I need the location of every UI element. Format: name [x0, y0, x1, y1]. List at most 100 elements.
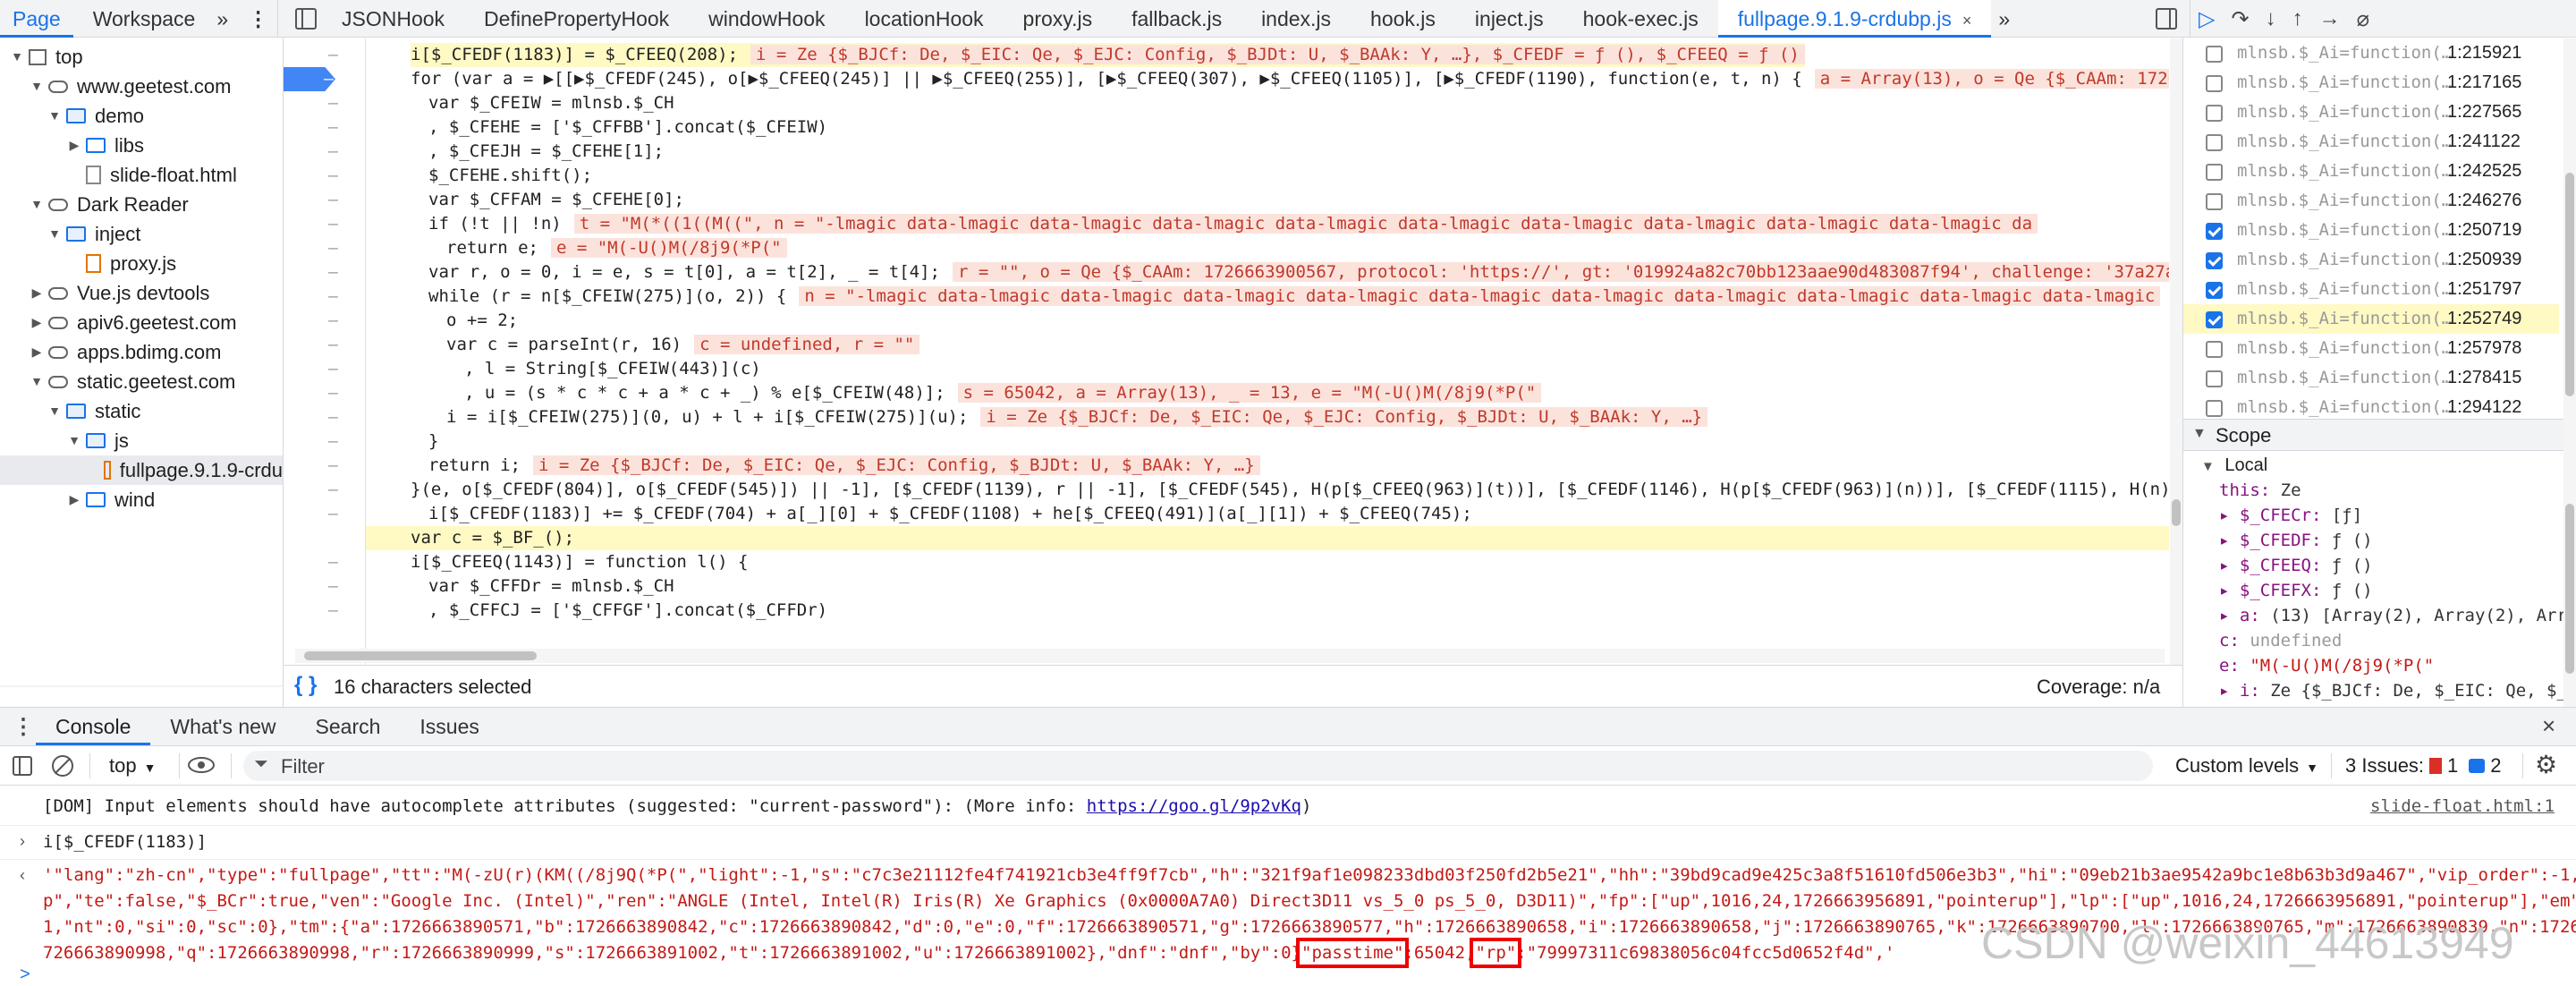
- call-frame[interactable]: mlnsb.$_Ai=function(… 1:246276: [2183, 186, 2559, 216]
- ignore-frame-checkbox[interactable]: [2206, 370, 2223, 387]
- clear-console-icon[interactable]: [52, 755, 73, 777]
- scope-variable[interactable]: ▸ $_CFEFX: ƒ (): [2219, 579, 2373, 602]
- file-tab-locationhook[interactable]: locationHook: [845, 0, 1004, 38]
- code-line[interactable]: – i[$_CFEEQ(1143)] = function l() {: [284, 550, 2169, 574]
- line-gutter[interactable]: –: [284, 599, 338, 623]
- tree-item-apps-bdimg[interactable]: ▶ apps.bdimg.com: [0, 337, 222, 367]
- ignore-frame-checkbox[interactable]: [2206, 134, 2223, 151]
- code-line[interactable]: – , $_CFFCJ = ['$_CFFGF'].concat($_CFFDr…: [284, 599, 2169, 623]
- scope-variable[interactable]: c: undefined: [2219, 629, 2342, 652]
- collapse-triangle-icon[interactable]: ▶: [25, 337, 48, 367]
- close-icon[interactable]: ×: [1962, 12, 1972, 30]
- call-frame[interactable]: mlnsb.$_Ai=function(… 1:257978: [2183, 334, 2559, 363]
- console-settings-gear-icon[interactable]: ⚙: [2535, 750, 2557, 779]
- ignore-frame-checkbox[interactable]: [2206, 311, 2223, 328]
- ignore-frame-checkbox[interactable]: [2206, 400, 2223, 417]
- file-tab-inject-js[interactable]: inject.js: [1455, 0, 1563, 38]
- line-gutter[interactable]: –: [284, 212, 338, 236]
- call-frame[interactable]: mlnsb.$_Ai=function(… 1:227565: [2183, 98, 2559, 127]
- tree-item-apiv6[interactable]: ▶ apiv6.geetest.com: [0, 308, 237, 337]
- ignore-frame-checkbox[interactable]: [2206, 46, 2223, 63]
- tree-item-www-geetest[interactable]: ▼ www.geetest.com: [0, 72, 231, 101]
- tree-item-js[interactable]: ▼ js: [0, 426, 129, 455]
- line-gutter[interactable]: –: [284, 550, 338, 574]
- code-line[interactable]: – }: [284, 429, 2169, 454]
- kebab-menu-icon[interactable]: ⋮: [237, 0, 279, 38]
- expand-triangle-icon[interactable]: ▼: [25, 367, 48, 396]
- scope-variable[interactable]: e: "M(-U()M(/8j9(*P(": [2219, 654, 2434, 677]
- message-source-link[interactable]: slide-float.html:1: [2370, 796, 2555, 816]
- ignore-frame-checkbox[interactable]: [2206, 223, 2223, 240]
- scope-variable[interactable]: ▸ i: Ze {$_BJCf: De, $_EIC: Qe, $_EJC: [2219, 679, 2563, 702]
- close-drawer-icon[interactable]: ×: [2542, 712, 2555, 740]
- scope-variable[interactable]: ▸ $_CFEDF: ƒ (): [2219, 529, 2373, 552]
- drawer-menu-icon[interactable]: ⋮: [13, 714, 34, 740]
- code-line[interactable]: – if (!t || !n) t = "M(*((1((M((", n = "-…: [284, 212, 2169, 236]
- scope-variable[interactable]: ▸ $_CFEEQ: ƒ (): [2219, 554, 2373, 577]
- collapse-triangle-icon[interactable]: ▶: [25, 308, 48, 337]
- code-editor[interactable]: – i[$_CFEDF(1183)] = $_CFEEQ(208); i = Ze …: [284, 38, 2169, 665]
- code-line[interactable]: – i[$_CFEDF(1183)] += $_CFEDF(704) + a[_…: [284, 502, 2169, 526]
- tree-item-proxy-js[interactable]: proxy.js: [0, 249, 176, 278]
- code-line[interactable]: – var c = parseInt(r, 16) c = undefined, …: [284, 333, 2169, 357]
- tree-item-wind[interactable]: ▶ wind: [0, 485, 156, 514]
- console-prompt[interactable]: >: [20, 965, 30, 985]
- expand-triangle-icon[interactable]: ▼: [25, 72, 48, 101]
- code-line[interactable]: – , $_CFEHE = ['$_CFFBB'].concat($_CFEIW…: [284, 115, 2169, 140]
- file-tab-proxy-js[interactable]: proxy.js: [1004, 0, 1113, 38]
- file-tab-jsonhook[interactable]: JSONHook: [322, 0, 464, 38]
- expand-triangle-icon[interactable]: ▼: [43, 219, 66, 249]
- ignore-frame-checkbox[interactable]: [2206, 341, 2223, 358]
- line-gutter[interactable]: –: [284, 502, 338, 526]
- line-gutter[interactable]: –: [284, 333, 338, 357]
- tab-whats-new[interactable]: What's new: [150, 708, 295, 745]
- code-line[interactable]: – o += 2;: [284, 309, 2169, 333]
- tree-item-vue-devtools[interactable]: ▶ Vue.js devtools: [0, 278, 210, 308]
- editor-vertical-scrollbar[interactable]: [2170, 38, 2182, 665]
- toggle-debugger-icon[interactable]: [2156, 8, 2177, 30]
- more-info-link[interactable]: https://goo.gl/9p2vKq: [1087, 796, 1301, 816]
- scope-variable[interactable]: this: Ze: [2219, 479, 2301, 502]
- file-tab-hook-exec-js[interactable]: hook-exec.js: [1563, 0, 1718, 38]
- call-frame[interactable]: mlnsb.$_Ai=function(… 1:250939: [2183, 245, 2559, 275]
- scope-variable[interactable]: ▸ a: (13) [Array(2), Array(2), Array(: [2219, 604, 2563, 627]
- call-frame[interactable]: mlnsb.$_Ai=function(… 1:242525: [2183, 157, 2559, 186]
- code-line[interactable]: – while (r = n[$_CFEIW(275)](o, 2)) {n =…: [284, 285, 2169, 309]
- expand-triangle-icon[interactable]: ▼: [5, 42, 29, 72]
- tree-item-fullpage-js[interactable]: fullpage.9.1.9-crdu: [0, 455, 283, 485]
- ignore-frame-checkbox[interactable]: [2206, 75, 2223, 92]
- tree-item-dark-reader[interactable]: ▼ Dark Reader: [0, 190, 189, 219]
- code-line[interactable]: –}(e, o[$_CFEDF(804)], o[$_CFEDF(545)]) …: [284, 478, 2169, 502]
- call-frame[interactable]: mlnsb.$_Ai=function(… 1:251797: [2183, 275, 2559, 304]
- ignore-frame-checkbox[interactable]: [2206, 252, 2223, 269]
- call-frame[interactable]: mlnsb.$_Ai=function(… 1:215921: [2183, 38, 2559, 68]
- code-line[interactable]: – , l = String[$_CFEIW(443)](c): [284, 357, 2169, 381]
- more-file-tabs-button[interactable]: »: [1991, 0, 2017, 38]
- code-line[interactable]: – var $_CFFAM = $_CFEHE[0];: [284, 188, 2169, 212]
- file-tab-hook-js[interactable]: hook.js: [1351, 0, 1455, 38]
- file-tab-definepropertyhook[interactable]: DefinePropertyHook: [464, 0, 689, 38]
- call-frame[interactable]: mlnsb.$_Ai=function(… 1:252749: [2183, 304, 2559, 334]
- code-line[interactable]: – , $_CFEJH = $_CFEHE[1];: [284, 140, 2169, 164]
- code-line[interactable]: – var r, o = 0, i = e, s = t[0], a = t[2…: [284, 260, 2169, 285]
- line-gutter[interactable]: –: [284, 429, 338, 454]
- code-line[interactable]: – i = i[$_CFEIW(275)](0, u) + l + i[$_CF…: [284, 405, 2169, 429]
- collapse-triangle-icon[interactable]: ▶: [25, 278, 48, 308]
- pretty-print-button[interactable]: { }: [294, 673, 317, 698]
- call-frame[interactable]: mlnsb.$_Ai=function(… 1:241122: [2183, 127, 2559, 157]
- tree-item-static[interactable]: ▼ static: [0, 396, 140, 426]
- horizontal-scrollbar[interactable]: [0, 685, 283, 687]
- toggle-navigator-icon[interactable]: [295, 8, 317, 30]
- code-line[interactable]: – , u = (s * c * c + a * c + _) % e[$_CF…: [284, 381, 2169, 405]
- line-gutter[interactable]: –: [284, 574, 338, 599]
- call-frame[interactable]: mlnsb.$_Ai=function(… 1:250719: [2183, 216, 2559, 245]
- tab-search[interactable]: Search: [296, 708, 401, 745]
- line-gutter[interactable]: –: [284, 43, 338, 67]
- collapse-triangle-icon[interactable]: ▶: [63, 485, 86, 514]
- expand-triangle-icon[interactable]: ▼: [43, 101, 66, 131]
- line-gutter[interactable]: –: [284, 188, 338, 212]
- breakpoint-marker[interactable]: –: [284, 67, 335, 91]
- filter-input[interactable]: ⏷ Filter: [243, 751, 2153, 781]
- resume-icon[interactable]: ▷: [2199, 6, 2215, 32]
- line-gutter[interactable]: –: [284, 140, 338, 164]
